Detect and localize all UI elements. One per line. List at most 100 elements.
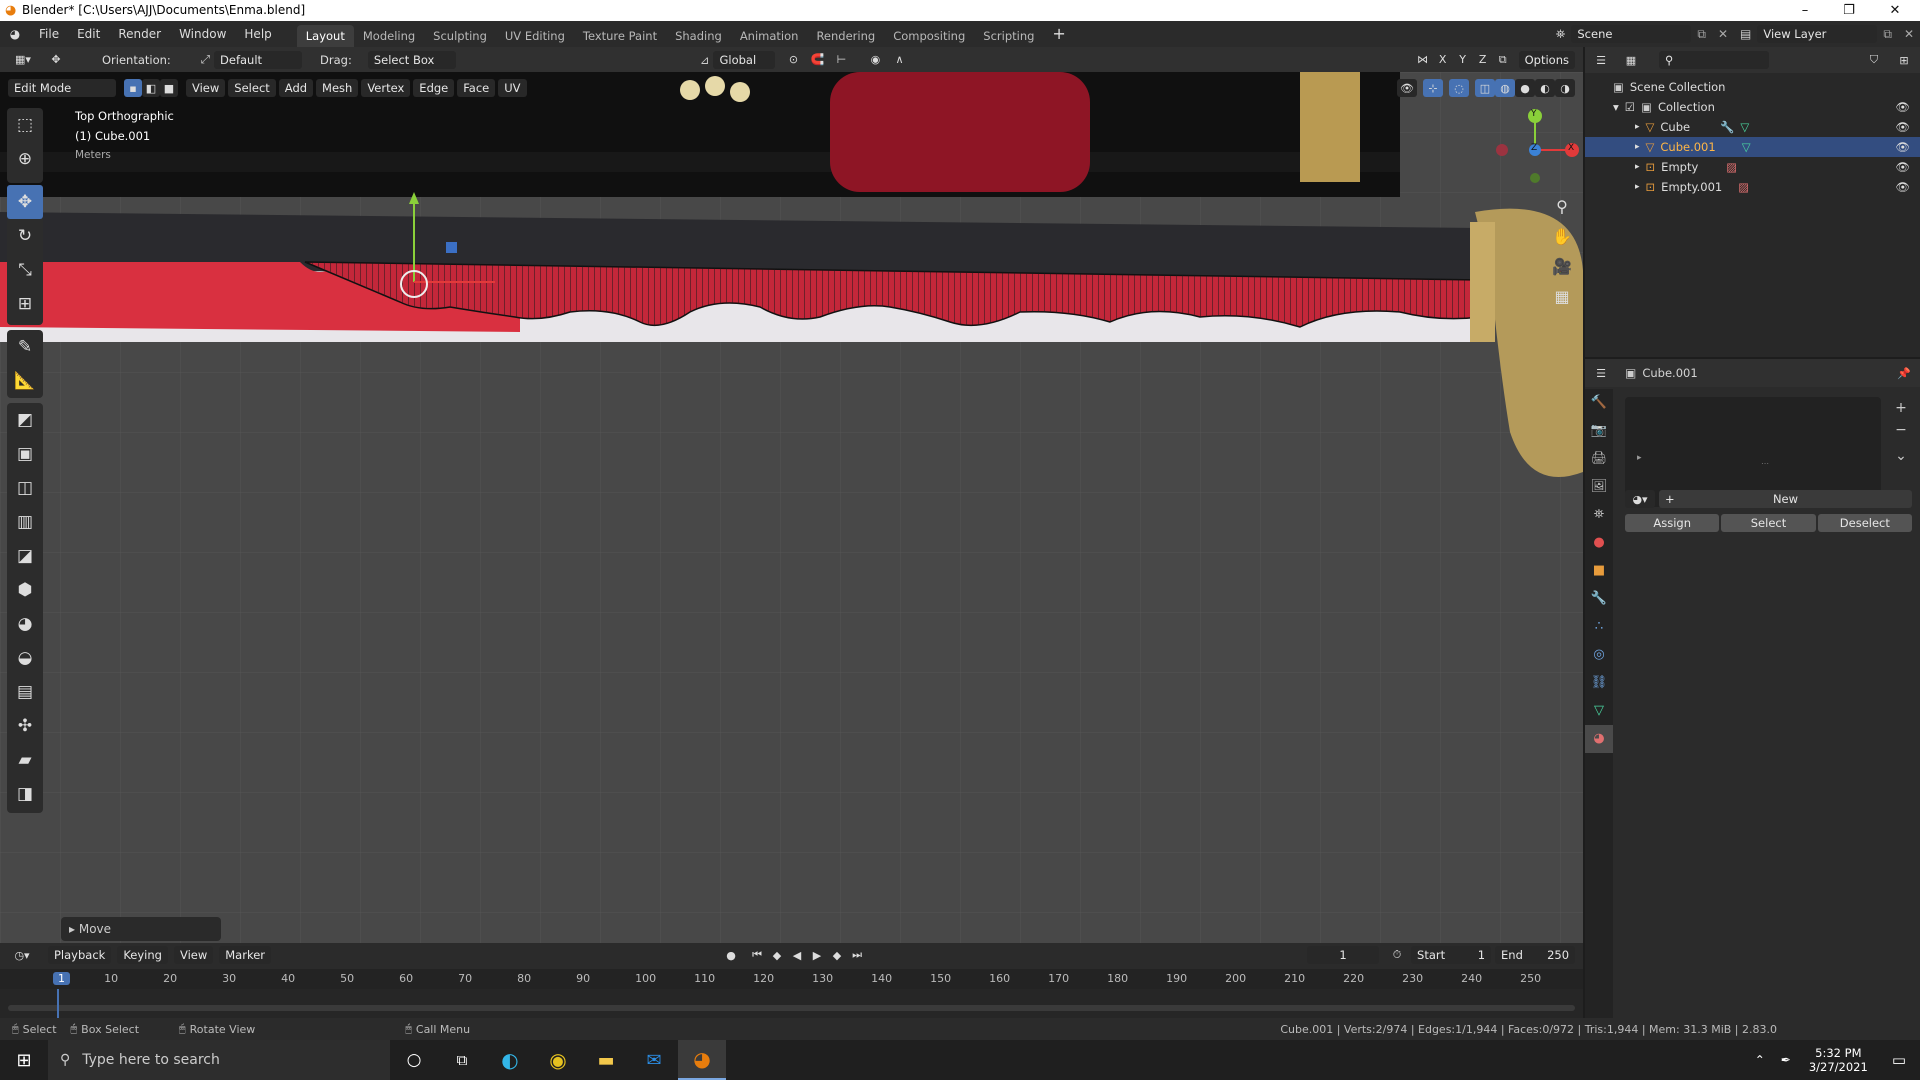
menu-mesh[interactable]: Mesh [316,79,359,97]
start-frame-field[interactable]: Start 1 [1411,946,1492,964]
eye-icon[interactable]: 👁 [1895,120,1910,134]
transform-orientation-dropdown[interactable]: Global [713,50,776,69]
transform-tool-icon[interactable]: ⊞ [7,287,43,321]
mirror-icon[interactable]: ⋈ [1413,51,1433,69]
knife-tool-icon[interactable]: ◪ [7,539,43,573]
zoom-icon[interactable]: ⚲ [1548,192,1576,222]
rotate-tool-icon[interactable]: ↻ [7,219,43,253]
tab-shading[interactable]: Shading [666,25,731,47]
last-operator-panel[interactable]: ▸ Move [61,917,221,941]
play-reverse-icon[interactable]: ◀ [787,946,807,964]
active-tool-icon[interactable]: ✥ [46,51,66,69]
windows-start-icon[interactable]: ⊞ [0,1040,48,1080]
new-scene-icon[interactable]: ⧉ [1691,27,1712,42]
material-shading-icon[interactable]: ◐ [1535,79,1555,97]
menu-file[interactable]: File [30,21,68,47]
edge-select-icon[interactable]: ◧ [142,79,160,97]
drag-dropdown[interactable]: Select Box [367,50,456,69]
menu-uv[interactable]: UV [498,79,527,97]
expand-icon[interactable]: ▸ [1635,162,1640,172]
render-tab-icon[interactable]: 📷 [1585,417,1613,445]
outliner-editor-icon[interactable]: ☰ [1591,51,1611,69]
snap-icon[interactable]: 🧲 [807,51,827,69]
spin-tool-icon[interactable]: ◕ [7,607,43,641]
tab-uv-editing[interactable]: UV Editing [496,25,574,47]
tab-modeling[interactable]: Modeling [354,25,424,47]
inset-tool-icon[interactable]: ▣ [7,437,43,471]
wireframe-shading-icon[interactable]: ◍ [1495,79,1515,97]
physics-tab-icon[interactable]: ◎ [1585,641,1613,669]
current-frame-field[interactable]: 1 [1307,946,1380,964]
view-layer-field[interactable]: View Layer [1757,25,1878,43]
object-tab-icon[interactable]: ■ [1585,557,1613,585]
mail-icon[interactable]: ✉ [630,1040,678,1080]
resize-grip-icon[interactable]: ⋯ [1761,459,1769,468]
new-view-layer-icon[interactable]: ⧉ [1877,27,1898,42]
data-tab-icon[interactable]: ▽ [1585,697,1613,725]
mirror-x[interactable]: X [1433,51,1453,69]
expand-icon[interactable]: ▾ [1613,100,1619,114]
annotate-tool-icon[interactable]: ✎ [7,330,43,364]
tab-texture-paint[interactable]: Texture Paint [574,25,666,47]
vertex-select-icon[interactable]: ▪ [124,79,142,97]
clock-icon[interactable]: ⏱ [1387,946,1407,964]
timeline-scrollbar[interactable] [8,1005,1575,1011]
tool-tab-icon[interactable]: 🔨 [1585,389,1613,417]
outliner-item-empty[interactable]: ▸ ⊡ Empty ▨ 👁 [1585,157,1920,177]
prev-keyframe-icon[interactable]: ◆ [767,946,787,964]
add-workspace-icon[interactable]: + [1043,21,1074,47]
playhead-line[interactable] [57,989,59,1018]
minimize-icon[interactable]: – [1782,0,1828,21]
jump-start-icon[interactable]: ⏮ [747,946,767,964]
expand-icon[interactable]: ▸ [1635,142,1640,152]
view-layer-icon[interactable]: ▤ [1734,27,1757,41]
marker-menu[interactable]: Marker [219,946,272,964]
playback-menu[interactable]: Playback [48,946,112,964]
tab-scripting[interactable]: Scripting [974,25,1043,47]
menu-select[interactable]: Select [228,79,276,97]
checkbox-icon[interactable]: ☑ [1625,100,1635,114]
tray-expand-icon[interactable]: ⌃ [1747,1053,1773,1067]
outliner-search-icon[interactable]: ⚲ [1659,51,1769,69]
outliner-item-cube[interactable]: ▸ ▽ Cube 🔧 ▽ 👁 [1585,117,1920,137]
tab-sculpting[interactable]: Sculpting [424,25,496,47]
restore-icon[interactable]: ❐ [1826,0,1872,21]
overlay-toggle-icon[interactable]: ◌ [1449,79,1469,97]
outliner-item-empty-001[interactable]: ▸ ⊡ Empty.001 ▨ 👁 [1585,177,1920,197]
notifications-icon[interactable]: ▭ [1878,1051,1920,1069]
file-explorer-icon[interactable]: ▬ [582,1040,630,1080]
tab-layout[interactable]: Layout [296,25,354,47]
jump-end-icon[interactable]: ⏭ [847,946,867,964]
particles-tab-icon[interactable]: ∴ [1585,613,1613,641]
menu-render[interactable]: Render [109,21,170,47]
taskbar-clock[interactable]: 5:32 PM 3/27/2021 [1799,1046,1878,1074]
display-mode-icon[interactable]: ▦ [1621,51,1641,69]
navigation-gizmo[interactable]: Y X Z [1490,108,1580,198]
menu-window[interactable]: Window [170,21,235,47]
timeline-track[interactable] [0,989,1583,1018]
select-box-tool-icon[interactable]: ⬚ [7,108,43,142]
browse-material-icon[interactable]: ◕▾ [1625,490,1655,508]
delete-scene-icon[interactable]: ✕ [1712,27,1734,41]
expand-icon[interactable]: ▸ [1635,182,1640,192]
keying-menu[interactable]: Keying [117,946,168,964]
bevel-tool-icon[interactable]: ◫ [7,471,43,505]
taskbar-search-box[interactable]: ⚲ Type here to search [48,1040,390,1080]
camera-view-icon[interactable]: 🎥 [1548,252,1576,282]
move-tool-icon[interactable]: ✥ [7,185,43,219]
delete-view-layer-icon[interactable]: ✕ [1898,27,1920,41]
poly-build-tool-icon[interactable]: ⬢ [7,573,43,607]
menu-add[interactable]: Add [278,79,314,97]
new-collection-icon[interactable]: ⊞ [1894,51,1914,69]
mode-dropdown[interactable]: Edit Mode [8,79,116,97]
play-icon[interactable]: ▶ [807,946,827,964]
menu-view[interactable]: View [186,79,226,97]
gizmo-toggle-icon[interactable]: ⊹ [1423,79,1443,97]
modifier-tab-icon[interactable]: 🔧 [1585,585,1613,613]
edge-browser-icon[interactable]: ◐ [486,1040,534,1080]
mirror-z[interactable]: Z [1473,51,1493,69]
3d-viewport[interactable]: ⬚ ⊕ ✥ ↻ ⤡ ⊞ ✎ 📐 ◩ ▣ ◫ ▥ ◪ ⬢ ◕ ◒ ▤ ✣ ▰ ◨ … [0,72,1583,943]
next-keyframe-icon[interactable]: ◆ [827,946,847,964]
eye-icon[interactable]: 👁 [1895,160,1910,174]
orientation-dropdown[interactable]: Default [214,50,303,69]
